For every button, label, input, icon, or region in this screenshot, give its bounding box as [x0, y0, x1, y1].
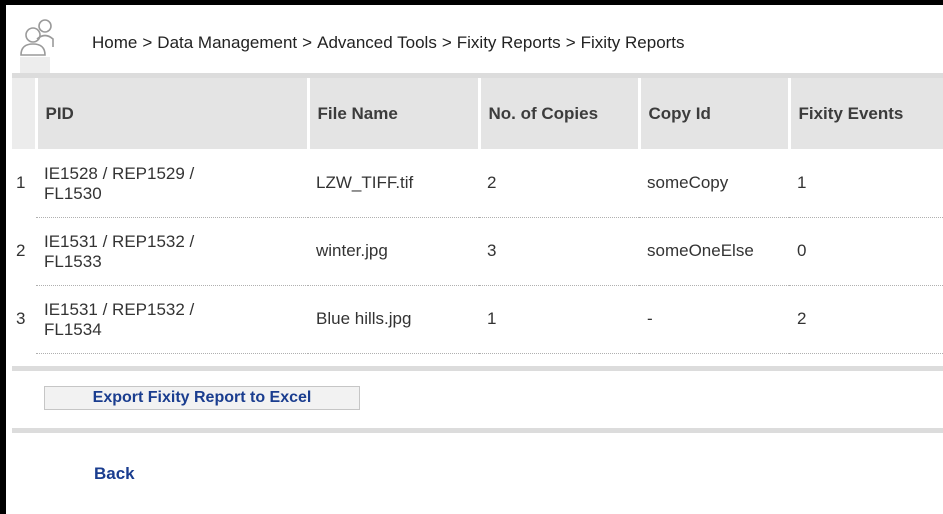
fixity-events-cell: 0	[789, 217, 943, 286]
pid-line: FL1530	[44, 183, 102, 203]
breadcrumb-current-page: Fixity Reports	[580, 33, 685, 52]
file-name-cell: Blue hills.jpg	[308, 285, 479, 354]
page-header: Home > Data Management > Advanced Tools > Fixi…	[6, 5, 943, 73]
breadcrumb-advanced-tools[interactable]: Advanced Tools	[317, 33, 437, 52]
column-header-pid[interactable]: PID	[34, 78, 308, 149]
breadcrumb-separator: >	[142, 33, 153, 52]
breadcrumb-separator: >	[302, 33, 313, 52]
row-index: 2	[16, 241, 26, 260]
section-divider	[12, 366, 943, 371]
breadcrumb-home[interactable]: Home	[92, 33, 137, 52]
column-header-fixity-events[interactable]: Fixity Events	[787, 78, 943, 149]
pid-line: IE1528 / REP1529 /	[44, 163, 195, 183]
pid-line: IE1531 / REP1532 /	[44, 300, 195, 319]
back-link[interactable]: Back	[94, 464, 135, 484]
table-row[interactable]: 2 IE1531 / REP1532 / FL1533 winter.jpg 3…	[12, 217, 943, 286]
export-to-excel-button[interactable]: Export Fixity Report to Excel	[44, 386, 360, 410]
row-index: 1	[16, 173, 26, 192]
pid-line: FL1534	[44, 320, 102, 339]
copies-cell: 1	[479, 285, 639, 354]
file-name-cell: winter.jpg	[308, 217, 479, 286]
breadcrumb-separator: >	[441, 33, 452, 52]
copy-id-cell: someCopy	[639, 149, 789, 218]
users-icon	[18, 17, 64, 73]
copies-cell: 3	[479, 217, 639, 286]
breadcrumb-data-management[interactable]: Data Management	[157, 33, 297, 52]
breadcrumb: Home > Data Management > Advanced Tools > Fixi…	[92, 33, 685, 53]
pid-cell: IE1531 / REP1532 / FL1534	[36, 285, 308, 354]
file-name-cell: LZW_TIFF.tif	[308, 149, 479, 218]
copies-cell: 2	[479, 149, 639, 218]
table-header-row: PID File Name No. of Copies Copy Id Fixi…	[12, 78, 943, 149]
table-row[interactable]: 1 IE1528 / REP1529 / FL1530 LZW_TIFF.tif…	[12, 149, 943, 218]
pid-cell: IE1528 / REP1529 / FL1530	[36, 149, 308, 218]
column-header-copy-id[interactable]: Copy Id	[637, 78, 789, 149]
fixity-events-cell: 2	[789, 285, 943, 354]
copy-id-cell: someOneElse	[639, 217, 789, 286]
fixity-events-cell: 1	[789, 149, 943, 218]
fixity-report-table: PID File Name No. of Copies Copy Id Fixi…	[12, 78, 943, 354]
column-header-file-name[interactable]: File Name	[306, 78, 479, 149]
column-header-copies[interactable]: No. of Copies	[477, 78, 639, 149]
pid-line: FL1533	[44, 252, 102, 271]
row-index: 3	[16, 309, 26, 328]
section-divider	[12, 428, 943, 433]
table-row[interactable]: 3 IE1531 / REP1532 / FL1534 Blue hills.j…	[12, 285, 943, 354]
copy-id-cell: -	[639, 285, 789, 354]
breadcrumb-fixity-reports[interactable]: Fixity Reports	[457, 33, 561, 52]
column-header-index	[12, 78, 36, 149]
pid-line: IE1531 / REP1532 /	[44, 232, 195, 251]
pid-cell: IE1531 / REP1532 / FL1533	[36, 217, 308, 286]
breadcrumb-separator: >	[565, 33, 576, 52]
